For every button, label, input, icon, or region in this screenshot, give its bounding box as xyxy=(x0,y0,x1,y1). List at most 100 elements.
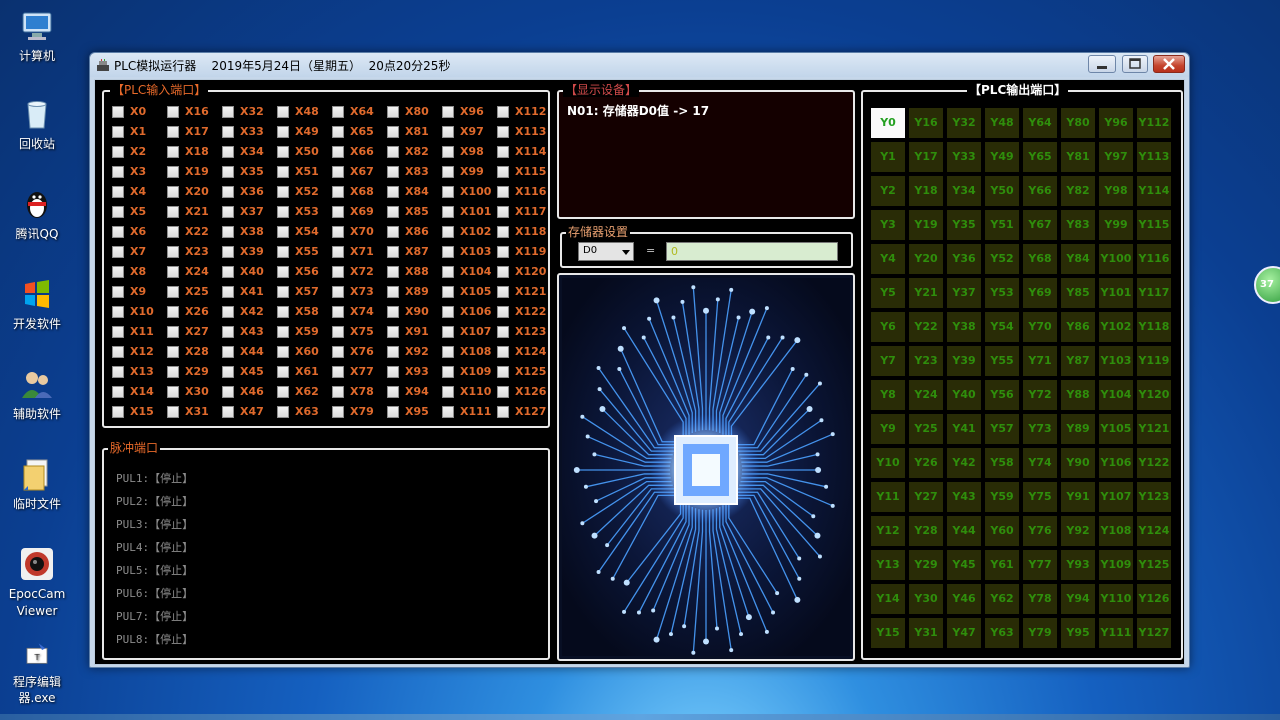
input-port-x87[interactable]: X87 xyxy=(387,243,443,261)
checkbox[interactable] xyxy=(112,286,124,298)
input-port-x95[interactable]: X95 xyxy=(387,403,443,421)
checkbox[interactable] xyxy=(222,366,234,378)
checkbox[interactable] xyxy=(167,226,179,238)
input-port-x35[interactable]: X35 xyxy=(222,163,278,181)
input-port-x16[interactable]: X16 xyxy=(167,103,223,121)
input-port-x82[interactable]: X82 xyxy=(387,143,443,161)
checkbox[interactable] xyxy=(222,346,234,358)
input-port-x68[interactable]: X68 xyxy=(332,183,388,201)
checkbox[interactable] xyxy=(277,266,289,278)
input-port-x78[interactable]: X78 xyxy=(332,383,388,401)
input-port-x70[interactable]: X70 xyxy=(332,223,388,241)
checkbox[interactable] xyxy=(112,106,124,118)
checkbox[interactable] xyxy=(112,386,124,398)
input-port-x44[interactable]: X44 xyxy=(222,343,278,361)
checkbox[interactable] xyxy=(277,186,289,198)
checkbox[interactable] xyxy=(442,386,454,398)
input-port-x84[interactable]: X84 xyxy=(387,183,443,201)
minimize-button[interactable] xyxy=(1088,55,1116,73)
input-port-x14[interactable]: X14 xyxy=(112,383,168,401)
input-port-x96[interactable]: X96 xyxy=(442,103,498,121)
input-port-x32[interactable]: X32 xyxy=(222,103,278,121)
input-port-x122[interactable]: X122 xyxy=(497,303,553,321)
checkbox[interactable] xyxy=(497,206,509,218)
checkbox[interactable] xyxy=(112,406,124,418)
checkbox[interactable] xyxy=(442,306,454,318)
checkbox[interactable] xyxy=(112,186,124,198)
checkbox[interactable] xyxy=(222,106,234,118)
checkbox[interactable] xyxy=(332,226,344,238)
checkbox[interactable] xyxy=(167,406,179,418)
input-port-x80[interactable]: X80 xyxy=(387,103,443,121)
maximize-button[interactable] xyxy=(1122,55,1148,73)
input-port-x17[interactable]: X17 xyxy=(167,123,223,141)
input-port-x43[interactable]: X43 xyxy=(222,323,278,341)
input-port-x12[interactable]: X12 xyxy=(112,343,168,361)
input-port-x37[interactable]: X37 xyxy=(222,203,278,221)
checkbox[interactable] xyxy=(167,386,179,398)
checkbox[interactable] xyxy=(497,166,509,178)
input-port-x115[interactable]: X115 xyxy=(497,163,553,181)
input-port-x125[interactable]: X125 xyxy=(497,363,553,381)
checkbox[interactable] xyxy=(112,166,124,178)
input-port-x65[interactable]: X65 xyxy=(332,123,388,141)
input-port-x2[interactable]: X2 xyxy=(112,143,168,161)
input-port-x92[interactable]: X92 xyxy=(387,343,443,361)
input-port-x85[interactable]: X85 xyxy=(387,203,443,221)
input-port-x98[interactable]: X98 xyxy=(442,143,498,161)
checkbox[interactable] xyxy=(167,306,179,318)
checkbox[interactable] xyxy=(222,186,234,198)
checkbox[interactable] xyxy=(497,246,509,258)
checkbox[interactable] xyxy=(167,186,179,198)
checkbox[interactable] xyxy=(442,166,454,178)
input-port-x40[interactable]: X40 xyxy=(222,263,278,281)
desktop-icon-computer[interactable]: 计算机 xyxy=(2,8,72,65)
input-port-x116[interactable]: X116 xyxy=(497,183,553,201)
checkbox[interactable] xyxy=(222,306,234,318)
input-port-x38[interactable]: X38 xyxy=(222,223,278,241)
checkbox[interactable] xyxy=(277,406,289,418)
input-port-x94[interactable]: X94 xyxy=(387,383,443,401)
checkbox[interactable] xyxy=(112,326,124,338)
input-port-x108[interactable]: X108 xyxy=(442,343,498,361)
checkbox[interactable] xyxy=(387,106,399,118)
checkbox[interactable] xyxy=(167,106,179,118)
input-port-x72[interactable]: X72 xyxy=(332,263,388,281)
checkbox[interactable] xyxy=(332,186,344,198)
input-port-x47[interactable]: X47 xyxy=(222,403,278,421)
checkbox[interactable] xyxy=(332,166,344,178)
checkbox[interactable] xyxy=(332,206,344,218)
input-port-x77[interactable]: X77 xyxy=(332,363,388,381)
input-port-x66[interactable]: X66 xyxy=(332,143,388,161)
checkbox[interactable] xyxy=(222,206,234,218)
checkbox[interactable] xyxy=(277,306,289,318)
input-port-x76[interactable]: X76 xyxy=(332,343,388,361)
checkbox[interactable] xyxy=(442,346,454,358)
checkbox[interactable] xyxy=(222,146,234,158)
checkbox[interactable] xyxy=(112,266,124,278)
checkbox[interactable] xyxy=(387,246,399,258)
input-port-x105[interactable]: X105 xyxy=(442,283,498,301)
checkbox[interactable] xyxy=(167,326,179,338)
input-port-x7[interactable]: X7 xyxy=(112,243,168,261)
input-port-x124[interactable]: X124 xyxy=(497,343,553,361)
checkbox[interactable] xyxy=(277,146,289,158)
checkbox[interactable] xyxy=(167,246,179,258)
input-port-x99[interactable]: X99 xyxy=(442,163,498,181)
input-port-x56[interactable]: X56 xyxy=(277,263,333,281)
input-port-x64[interactable]: X64 xyxy=(332,103,388,121)
desktop-icon-recycle-bin[interactable]: 回收站 xyxy=(2,96,72,153)
checkbox[interactable] xyxy=(442,106,454,118)
input-port-x81[interactable]: X81 xyxy=(387,123,443,141)
checkbox[interactable] xyxy=(167,286,179,298)
checkbox[interactable] xyxy=(167,346,179,358)
input-port-x27[interactable]: X27 xyxy=(167,323,223,341)
input-port-x119[interactable]: X119 xyxy=(497,243,553,261)
input-port-x73[interactable]: X73 xyxy=(332,283,388,301)
checkbox[interactable] xyxy=(497,306,509,318)
checkbox[interactable] xyxy=(387,346,399,358)
checkbox[interactable] xyxy=(277,366,289,378)
checkbox[interactable] xyxy=(442,246,454,258)
checkbox[interactable] xyxy=(442,286,454,298)
checkbox[interactable] xyxy=(387,206,399,218)
